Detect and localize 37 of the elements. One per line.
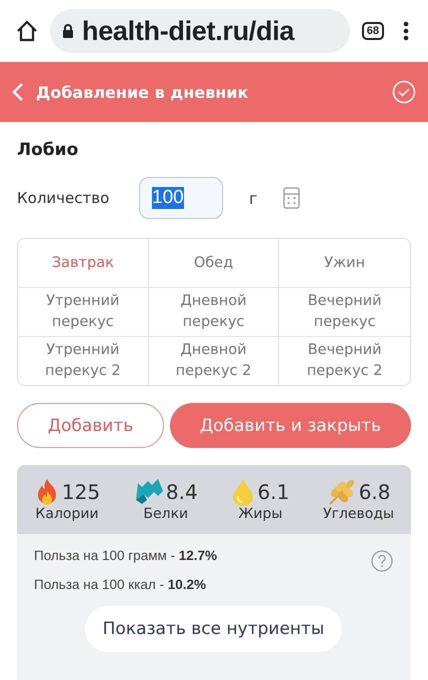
meal-option[interactable]: Утренний перекус 2 — [18, 337, 149, 385]
food-name: Лобио — [17, 140, 80, 160]
nutrient-value: 6.1 — [257, 480, 290, 504]
quantity-label: Количество — [17, 189, 110, 207]
drop-icon — [231, 478, 256, 506]
meal-option[interactable]: Обед — [148, 239, 280, 288]
helix-icon — [134, 478, 164, 506]
calculator-icon[interactable] — [283, 187, 300, 209]
lock-icon — [62, 24, 74, 38]
quantity-field[interactable]: 100 — [139, 177, 223, 219]
check-circle-icon[interactable] — [392, 80, 416, 104]
wheat-icon — [326, 478, 357, 506]
home-icon[interactable] — [16, 20, 38, 42]
header-title: Добавление в дневник — [36, 82, 250, 102]
meal-option[interactable]: Дневной перекус — [148, 288, 280, 337]
meal-option[interactable]: Утренний перекус — [18, 288, 149, 337]
meal-option[interactable]: Завтрак — [18, 239, 149, 288]
url-text: health-diet.ru/dia — [82, 16, 294, 46]
benefit-text: Польза на 100 грамм - 12.7% — [34, 548, 218, 563]
nutrient-label: Белки — [143, 506, 188, 522]
address-bar[interactable]: health-diet.ru/dia — [50, 9, 350, 53]
nutrient-value: 6.8 — [358, 480, 390, 504]
benefit-text: Польза на 100 ккал - 10.2% — [34, 577, 206, 592]
meal-option[interactable]: Дневной перекус 2 — [148, 337, 280, 385]
add-and-close-button[interactable]: Добавить и закрыть — [170, 403, 411, 448]
nutrient-label: Калории — [35, 506, 99, 522]
show-all-nutrients-button[interactable]: Показать все нутриенты — [84, 606, 342, 652]
tab-count[interactable]: 68 — [362, 22, 384, 40]
nutrient-label: Углеводы — [323, 506, 394, 522]
meal-option[interactable]: Ужин — [279, 239, 410, 288]
add-button[interactable]: Добавить — [17, 403, 164, 448]
back-icon[interactable] — [12, 82, 24, 102]
nutrient-label: Жиры — [238, 506, 282, 522]
unit-label: г — [249, 188, 258, 208]
nutrient-value: 125 — [62, 480, 100, 504]
help-icon[interactable] — [371, 550, 393, 572]
nutrient-value: 8.4 — [166, 480, 198, 504]
